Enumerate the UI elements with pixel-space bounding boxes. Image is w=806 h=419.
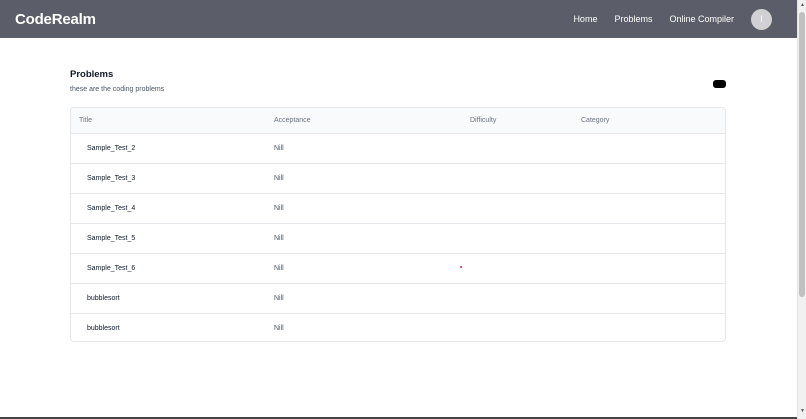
- nav-links: Home Problems Online Compiler I: [556, 0, 772, 38]
- table-row[interactable]: Sample_Test_6 Nill: [71, 254, 725, 284]
- page-title: Problems: [70, 69, 114, 80]
- problem-acceptance: Nill: [274, 265, 284, 272]
- page-subtitle: these are the coding problems: [70, 86, 165, 93]
- table-row[interactable]: bubblesort Nill: [71, 314, 725, 341]
- navbar: CodeRealm Home Problems Online Compiler …: [0, 0, 797, 38]
- scroll-down-arrow-icon[interactable]: ▼: [799, 408, 806, 415]
- vertical-scrollbar[interactable]: ▲ ▼: [797, 0, 806, 419]
- table-row[interactable]: Sample_Test_2 Nill: [71, 134, 725, 164]
- nav-link-problems[interactable]: Problems: [614, 14, 652, 24]
- problem-acceptance: Nill: [274, 175, 284, 182]
- column-header-difficulty: Difficulty: [470, 117, 497, 124]
- action-button[interactable]: [713, 80, 726, 88]
- problem-title[interactable]: bubblesort: [87, 284, 120, 314]
- problem-title[interactable]: Sample_Test_2: [87, 134, 135, 164]
- avatar-initial: I: [760, 14, 763, 24]
- brand-logo[interactable]: CodeRealm: [15, 11, 96, 28]
- table-row[interactable]: bubblesort Nill: [71, 284, 725, 314]
- scroll-thumb[interactable]: [799, 12, 805, 297]
- problems-table: Title Acceptance Difficulty Category Sam…: [70, 107, 726, 342]
- avatar[interactable]: I: [751, 8, 772, 30]
- table-body: Sample_Test_2 Nill Sample_Test_3 Nill Sa…: [71, 134, 725, 341]
- problem-acceptance: Nill: [274, 205, 284, 212]
- scroll-up-arrow-icon[interactable]: ▲: [799, 2, 806, 9]
- nav-link-online-compiler[interactable]: Online Compiler: [669, 14, 734, 24]
- problem-acceptance: Nill: [274, 295, 284, 302]
- nav-link-home[interactable]: Home: [573, 14, 597, 24]
- problem-title[interactable]: Sample_Test_5: [87, 224, 135, 254]
- column-header-acceptance: Acceptance: [274, 117, 311, 124]
- table-row[interactable]: Sample_Test_3 Nill: [71, 164, 725, 194]
- table-row[interactable]: Sample_Test_5 Nill: [71, 224, 725, 254]
- problem-acceptance: Nill: [274, 235, 284, 242]
- column-header-title: Title: [79, 117, 92, 124]
- red-dot-marker: [460, 266, 462, 268]
- problem-title[interactable]: Sample_Test_4: [87, 194, 135, 224]
- problem-acceptance: Nill: [274, 145, 284, 152]
- column-header-category: Category: [581, 117, 610, 124]
- problem-title[interactable]: bubblesort: [87, 314, 120, 341]
- table-row[interactable]: Sample_Test_4 Nill: [71, 194, 725, 224]
- problem-title[interactable]: Sample_Test_6: [87, 254, 135, 284]
- problem-title[interactable]: Sample_Test_3: [87, 164, 135, 194]
- table-header: Title Acceptance Difficulty Category: [71, 108, 725, 134]
- problem-acceptance: Nill: [274, 325, 284, 332]
